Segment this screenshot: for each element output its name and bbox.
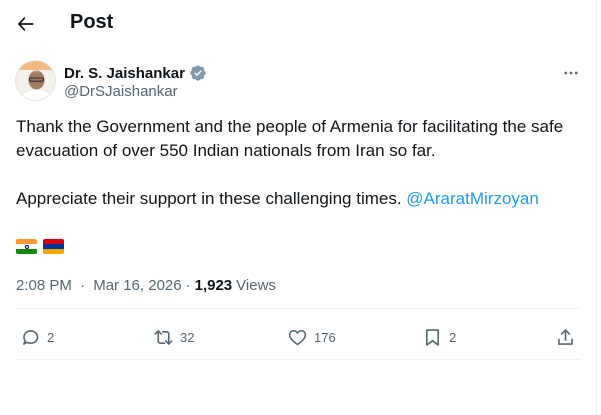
views-label: Views: [236, 277, 276, 294]
flag-emojis: [16, 239, 64, 254]
back-button[interactable]: [12, 10, 40, 38]
post-text-paragraph-1: Thank the Government and the people of A…: [16, 117, 564, 160]
divider: [16, 359, 581, 360]
post-meta: 2:08 PM · Mar 16, 2026 · 1,923 Views: [16, 277, 276, 294]
author-handle[interactable]: @DrSJaishankar: [64, 83, 178, 100]
post-text-line-2: Appreciate their support in these challe…: [16, 189, 402, 208]
post-time: 2:08 PM: [16, 277, 72, 294]
page-title: Post: [70, 11, 114, 33]
post-text: Thank the Government and the people of A…: [16, 115, 581, 211]
reply-button[interactable]: 2: [20, 324, 54, 350]
top-bar: Post: [0, 0, 597, 48]
verified-badge-icon[interactable]: [189, 64, 207, 82]
author-name-row: Dr. S. Jaishankar: [64, 63, 207, 83]
heart-icon: [288, 329, 307, 345]
arrow-left-icon: [18, 17, 34, 31]
reply-count: 2: [47, 329, 55, 345]
bookmark-icon: [426, 328, 439, 346]
more-horizontal-icon: [564, 71, 578, 75]
post-timestamp[interactable]: 2:08 PM · Mar 16, 2026: [16, 277, 182, 294]
armenia-flag-icon: [43, 239, 64, 254]
profile-photo: [16, 61, 55, 100]
action-bar: 2 32 176 2: [0, 324, 597, 350]
mention-link[interactable]: @AraratMirzoyan: [406, 189, 539, 208]
post-detail-view: Post Dr. S. Jaishankar @DrSJaishankar Th…: [0, 0, 597, 415]
divider: [16, 308, 581, 309]
meta-separator: ·: [80, 277, 86, 294]
like-button[interactable]: 176: [287, 324, 336, 350]
post-text-paragraph-2: Appreciate their support in these challe…: [16, 187, 581, 211]
repost-button[interactable]: 32: [153, 324, 194, 350]
repost-icon: [154, 329, 173, 345]
india-flag-icon: [16, 239, 37, 254]
repost-count: 32: [180, 329, 195, 345]
bookmark-count: 2: [449, 329, 457, 345]
share-button[interactable]: [555, 324, 576, 350]
reply-icon: [23, 329, 39, 345]
meta-separator: ·: [185, 277, 191, 294]
post-date: Mar 16, 2026: [93, 277, 182, 294]
bookmark-button[interactable]: 2: [422, 324, 456, 350]
like-count: 176: [314, 329, 336, 345]
more-options-button[interactable]: [558, 60, 584, 86]
avatar[interactable]: [15, 60, 56, 101]
views-count: 1,923: [194, 277, 233, 294]
author-display-name[interactable]: Dr. S. Jaishankar: [64, 65, 185, 82]
share-icon: [558, 328, 573, 345]
